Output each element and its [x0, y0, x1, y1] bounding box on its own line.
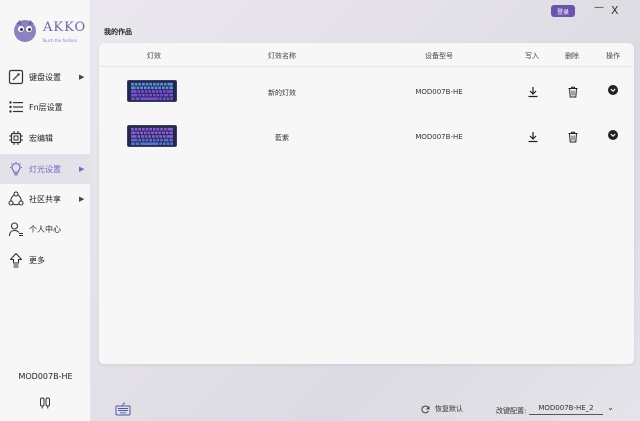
- lighting-preview-thumbnail: [127, 125, 177, 147]
- close-button[interactable]: X: [611, 4, 619, 17]
- sidebar-item-label: Fn层设置: [29, 102, 63, 112]
- page-title: 我的作品: [104, 28, 132, 36]
- brand-tagline: Touch the fashion: [42, 38, 78, 43]
- sidebar-item-label: 键盘设置: [29, 72, 61, 82]
- sidebar-item-keyboard-settings[interactable]: 键盘设置 ▶: [0, 62, 91, 92]
- config-label: 改键配置:: [496, 407, 527, 415]
- chevron-down-icon[interactable]: [607, 84, 619, 96]
- effect-name: 新的灯效: [268, 89, 296, 97]
- device-model: MOD007B-HE: [415, 133, 463, 141]
- download-icon[interactable]: [527, 86, 539, 98]
- chip-icon: [9, 131, 23, 145]
- device-model: MOD007B-HE: [415, 88, 463, 96]
- sidebar: AKKO Touch the fashion 键盘设置 ▶ Fn层设置 宏编辑: [0, 0, 91, 421]
- column-header-actions: 操作: [606, 52, 620, 60]
- keyboard-icon[interactable]: [115, 402, 131, 416]
- chevron-down-icon: ⌄: [607, 403, 614, 412]
- user-icon: [8, 222, 23, 237]
- sidebar-item-fn-layer[interactable]: Fn层设置: [0, 92, 91, 122]
- table-header: 灯效 灯效名称 设备型号 写入 删除 操作: [99, 43, 634, 67]
- column-header-device-model: 设备型号: [425, 52, 453, 60]
- login-button[interactable]: 登录: [551, 5, 575, 17]
- sidebar-item-more[interactable]: 更多: [0, 245, 91, 275]
- minimize-button[interactable]: —: [594, 2, 604, 13]
- upload-icon: [9, 252, 23, 268]
- device-model-name: MOD007B-HE: [18, 372, 73, 381]
- column-header-write: 写入: [525, 52, 539, 60]
- column-header-delete: 删除: [565, 52, 579, 60]
- effect-name: 藍紫: [275, 134, 289, 142]
- restore-default-label: 恢复默认: [435, 405, 463, 413]
- list-icon: [9, 101, 23, 113]
- device-connection-icon[interactable]: [39, 397, 51, 409]
- works-table: 灯效 灯效名称 设备型号 写入 删除 操作 新的灯效 MOD007B-HE 藍紫…: [99, 43, 634, 364]
- table-row[interactable]: 藍紫 MOD007B-HE: [99, 114, 634, 159]
- download-icon[interactable]: [527, 131, 539, 143]
- lighting-preview-thumbnail: [127, 80, 177, 102]
- bulb-icon: [10, 161, 22, 176]
- refresh-icon: [421, 405, 430, 413]
- trash-icon[interactable]: [567, 131, 579, 143]
- chevron-down-icon[interactable]: [607, 129, 619, 141]
- chevron-right-icon: ▶: [79, 165, 85, 173]
- sidebar-item-label: 个人中心: [29, 224, 61, 234]
- config-value: MOD007B-HE_2: [538, 404, 594, 412]
- column-header-effect-name: 灯效名称: [268, 52, 296, 60]
- sidebar-item-macro[interactable]: 宏编辑: [0, 123, 91, 153]
- sidebar-item-label: 宏编辑: [29, 133, 53, 143]
- sidebar-item-profile[interactable]: 个人中心: [0, 214, 91, 244]
- brand-name: AKKO: [43, 20, 87, 35]
- sidebar-item-lighting[interactable]: 灯光设置 ▶: [0, 154, 91, 184]
- restore-default-button[interactable]: 恢复默认: [421, 404, 463, 414]
- sidebar-item-label: 社区共享: [29, 194, 61, 204]
- trash-icon[interactable]: [567, 86, 579, 98]
- config-select[interactable]: MOD007B-HE_2 ⌄: [529, 403, 614, 415]
- keyboard-settings-icon: [8, 69, 24, 85]
- sidebar-item-community[interactable]: 社区共享 ▶: [0, 184, 91, 214]
- sidebar-item-label: 更多: [29, 255, 45, 265]
- chevron-right-icon: ▶: [79, 195, 85, 203]
- chevron-right-icon: ▶: [79, 73, 85, 81]
- sidebar-item-label: 灯光设置: [29, 164, 61, 174]
- column-header-effect: 灯效: [147, 52, 161, 60]
- table-row[interactable]: 新的灯效 MOD007B-HE: [99, 69, 634, 114]
- share-icon: [8, 191, 24, 206]
